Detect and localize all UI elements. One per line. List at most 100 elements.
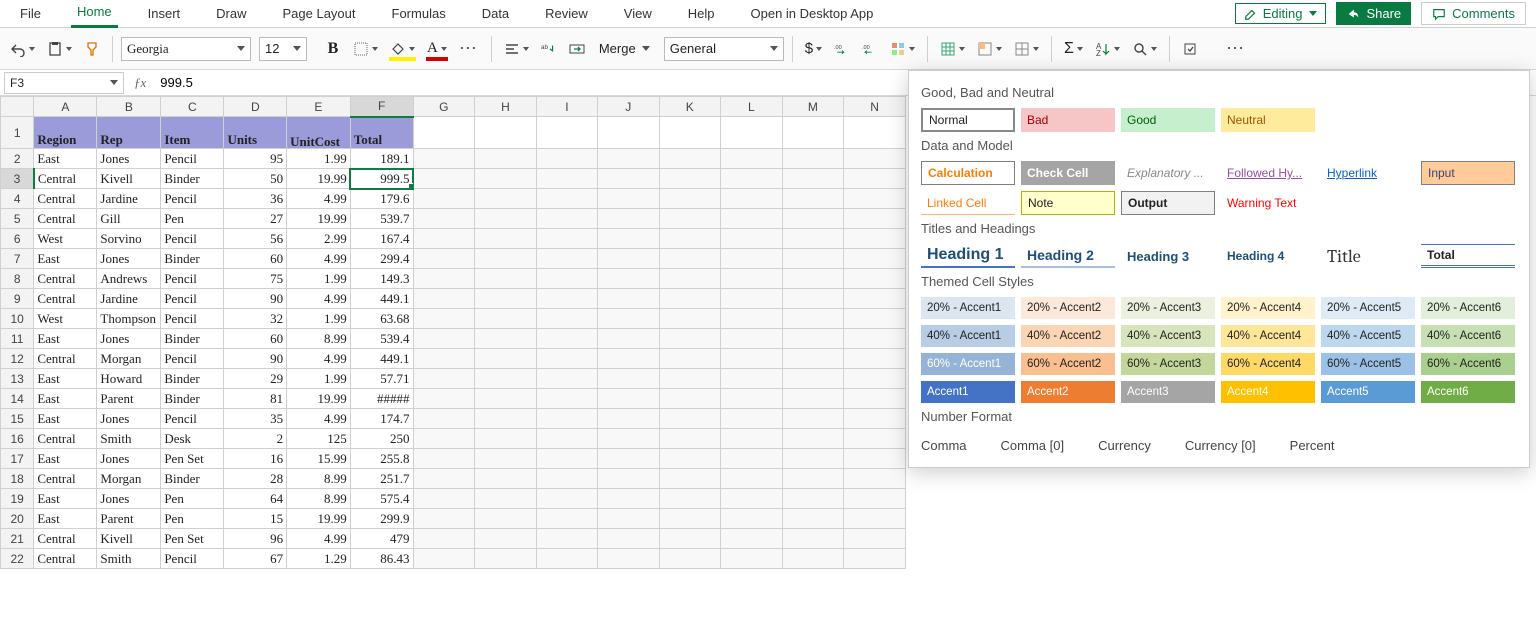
row-header[interactable]: 15 [1,409,34,429]
style-20-accent4[interactable]: 20% - Accent4 [1221,297,1315,319]
cell[interactable]: Pen [161,509,224,529]
cell[interactable]: 15 [224,509,287,529]
col-header-B[interactable]: B [97,97,161,117]
cell[interactable] [413,249,475,269]
cell[interactable]: West [34,229,97,249]
cell[interactable]: Morgan [97,469,161,489]
cell[interactable] [844,249,906,269]
cell[interactable]: Pencil [161,349,224,369]
cell[interactable] [475,389,537,409]
style-title[interactable]: Title [1321,244,1415,268]
cell[interactable] [782,409,844,429]
cell[interactable]: 251.7 [350,469,413,489]
cell[interactable] [782,309,844,329]
tab-help[interactable]: Help [682,2,721,27]
cell[interactable] [598,429,659,449]
cell[interactable] [844,189,906,209]
cell[interactable]: Central [34,349,97,369]
cell[interactable]: 1.99 [287,369,351,389]
col-header-J[interactable]: J [598,97,659,117]
cell[interactable] [536,149,597,169]
cell[interactable] [536,489,597,509]
cell[interactable] [413,309,475,329]
cell[interactable]: East [34,489,97,509]
cell[interactable] [413,349,475,369]
cell[interactable]: 999.5 [350,169,413,189]
cell[interactable] [598,229,659,249]
cell[interactable] [844,409,906,429]
cell[interactable] [475,429,537,449]
style-good[interactable]: Good [1121,108,1215,132]
cell[interactable]: Desk [161,429,224,449]
row-header[interactable]: 14 [1,389,34,409]
cell[interactable]: 539.7 [350,209,413,229]
style-hyperlink[interactable]: Hyperlink [1321,161,1415,185]
cell[interactable]: 4.99 [287,409,351,429]
cell[interactable]: Jones [97,249,161,269]
style-warning-text[interactable]: Warning Text [1221,191,1315,215]
cell[interactable]: 1.99 [287,309,351,329]
cell[interactable] [598,529,659,549]
col-header-L[interactable]: L [721,97,783,117]
cell[interactable] [598,269,659,289]
row-header[interactable]: 4 [1,189,34,209]
cell[interactable] [721,117,783,149]
font-name-select[interactable]: Georgia [121,37,251,61]
cell[interactable] [721,369,783,389]
cell[interactable] [721,289,783,309]
cell[interactable]: 255.8 [350,449,413,469]
cell[interactable] [721,309,783,329]
cell[interactable] [475,369,537,389]
cell[interactable]: 81 [224,389,287,409]
cell[interactable]: East [34,249,97,269]
cell[interactable] [598,149,659,169]
style-percent[interactable]: Percent [1290,438,1335,453]
cell[interactable] [721,409,783,429]
cell[interactable]: UnitCost [287,117,351,149]
row-header[interactable]: 21 [1,529,34,549]
cell[interactable] [536,169,597,189]
cell[interactable] [659,209,721,229]
cell[interactable] [782,329,844,349]
row-header[interactable]: 12 [1,349,34,369]
cell[interactable] [475,229,537,249]
cell[interactable] [413,469,475,489]
row-header[interactable]: 17 [1,449,34,469]
style-20-accent5[interactable]: 20% - Accent5 [1321,297,1415,319]
col-header-K[interactable]: K [659,97,721,117]
cell[interactable] [721,449,783,469]
cell[interactable] [536,249,597,269]
cell[interactable]: Central [34,269,97,289]
cell[interactable] [844,309,906,329]
row-header[interactable]: 5 [1,209,34,229]
cell[interactable] [782,169,844,189]
cell[interactable]: 449.1 [350,289,413,309]
cell[interactable]: Pencil [161,269,224,289]
cell[interactable]: 27 [224,209,287,229]
cell[interactable] [413,117,475,149]
style-comma[interactable]: Comma [921,438,967,453]
cell[interactable] [413,269,475,289]
style-heading4[interactable]: Heading 4 [1221,244,1315,268]
cell[interactable]: Kivell [97,169,161,189]
cell[interactable]: Jones [97,149,161,169]
cell[interactable] [536,117,597,149]
cell[interactable] [413,509,475,529]
cell[interactable]: 19.99 [287,389,351,409]
cell[interactable] [844,469,906,489]
cell[interactable] [413,149,475,169]
cell[interactable] [475,209,537,229]
tab-file[interactable]: File [14,2,47,27]
cell[interactable] [782,429,844,449]
style-explanatory[interactable]: Explanatory ... [1121,161,1215,185]
style-60-accent3[interactable]: 60% - Accent3 [1121,353,1215,375]
ideas-button[interactable] [1178,35,1202,63]
cell[interactable]: 16 [224,449,287,469]
wrap-text-button[interactable]: ab [537,35,561,63]
cell[interactable] [598,329,659,349]
cell[interactable] [659,369,721,389]
paste-button[interactable] [43,35,76,63]
col-header-A[interactable]: A [34,97,97,117]
cell[interactable]: 8.99 [287,329,351,349]
cell[interactable] [844,269,906,289]
